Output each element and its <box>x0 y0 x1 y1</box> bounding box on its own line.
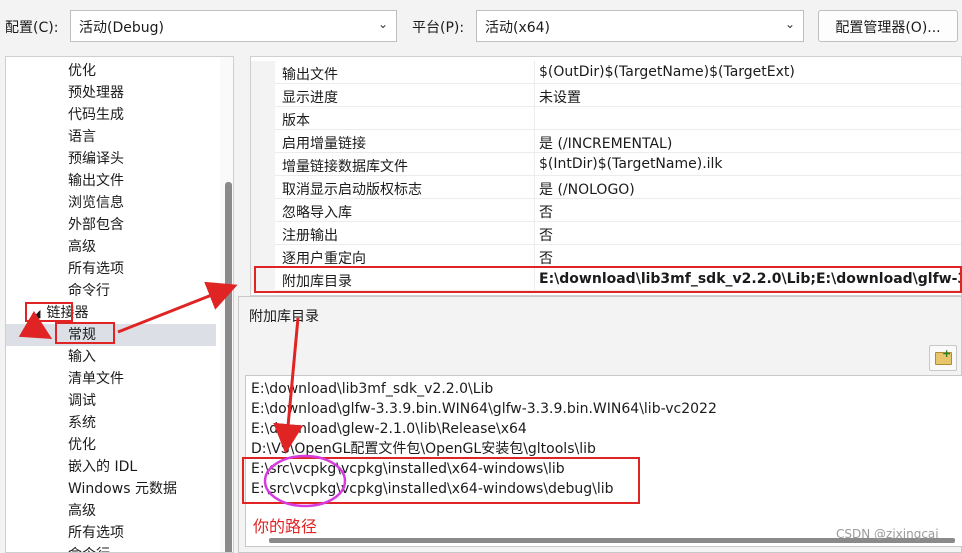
watermark: CSDN @zixingcai <box>836 527 939 541</box>
arrow-to-general <box>18 310 53 340</box>
annotation-overlay <box>18 281 347 508</box>
arrow-to-row <box>117 281 238 334</box>
highlight-ellipse <box>263 454 347 508</box>
arrow-to-paths <box>273 317 304 454</box>
